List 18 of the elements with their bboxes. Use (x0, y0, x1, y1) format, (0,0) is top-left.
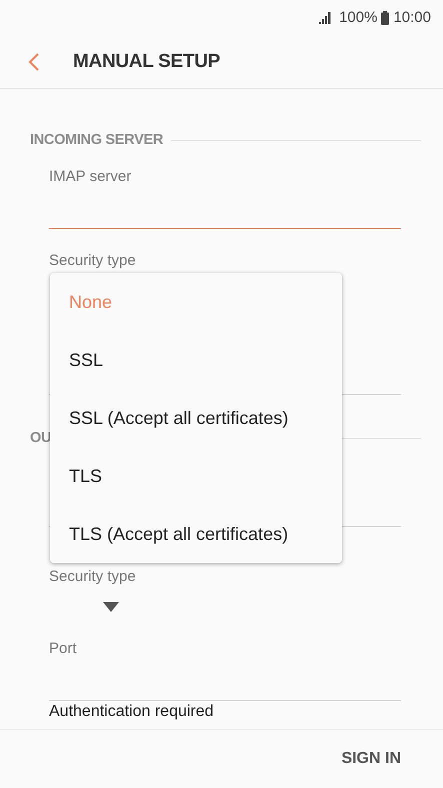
section-heading: OU (30, 430, 52, 446)
section-heading: INCOMING SERVER (30, 132, 164, 148)
field-label: Security type (49, 252, 136, 269)
menu-option[interactable]: SSL (Accept all certificates) (50, 389, 342, 447)
sign-in-button[interactable]: SIGN IN (339, 744, 403, 774)
dropdown-arrow-icon[interactable] (103, 602, 119, 612)
field-label: Port (49, 639, 78, 659)
battery-icon (381, 10, 390, 24)
setting-label: Authentication required (49, 703, 214, 720)
menu-option[interactable]: SSL (50, 331, 342, 389)
battery-level: 100% (339, 9, 378, 26)
field-label: Security type (49, 568, 136, 585)
signal-icon (319, 12, 334, 24)
field-label: IMAP server (49, 167, 132, 187)
menu-option[interactable]: TLS (Accept all certificates) (50, 505, 342, 563)
clock: 10:00 (393, 9, 431, 26)
menu-option[interactable]: TLS (50, 447, 342, 505)
screen-title: MANUAL SETUP (73, 50, 220, 72)
